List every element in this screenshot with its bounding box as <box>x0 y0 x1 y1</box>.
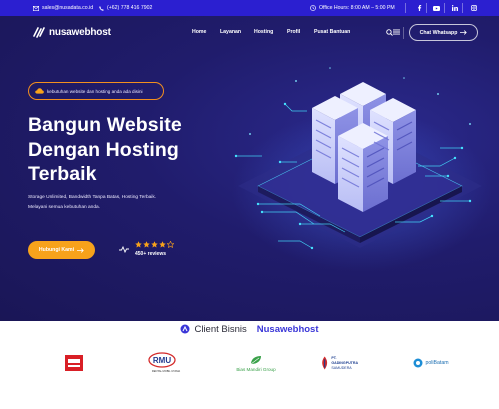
hero-heading-line-2: Dengan Hosting <box>28 139 179 161</box>
site-logo[interactable]: nusawebhost <box>33 27 111 38</box>
youtube-link[interactable] <box>433 0 440 16</box>
hero-description-line-1: Storage Unlimited, Bandwidth Tanpa Batas… <box>28 195 157 200</box>
hero-section: nusawebhost Home Layanan Hosting Profil … <box>0 16 499 321</box>
hero-badge: kebutuhan website dan hosting anda ada d… <box>28 82 164 100</box>
pulse-icon <box>119 246 129 253</box>
divider <box>444 3 445 13</box>
hero-heading-line-1: Bangun Website <box>28 114 182 136</box>
nav-layanan[interactable]: Layanan <box>220 29 241 35</box>
linkedin-icon <box>452 5 458 11</box>
phone-icon <box>99 5 104 11</box>
hero-badge-text: kebutuhan website dan hosting anda ada d… <box>47 88 143 94</box>
divider <box>405 3 406 13</box>
email-text: sales@nusadata.co.id <box>42 5 94 11</box>
client-logo-gadingputra: PT. GADINGPUTRA SAMUDERA <box>320 350 362 376</box>
rmu-logo-subtext: RENTAL MOBIL UTAMA <box>152 369 181 373</box>
bias-leaf-icon <box>250 355 261 364</box>
cloud-icon <box>35 88 44 94</box>
facebook-link[interactable] <box>417 0 422 16</box>
nusawebhost-badge-icon <box>180 324 190 334</box>
contact-us-label: Hubungi Kami <box>38 247 75 253</box>
client-logo-bias: Bias Mandiri Group <box>232 350 280 376</box>
menu-button[interactable] <box>390 26 402 38</box>
rating-stars <box>135 241 174 248</box>
nav-pusat-bantuan[interactable]: Pusat Bantuan <box>314 29 350 35</box>
hero-heading-line-3: Terbaik <box>28 163 97 185</box>
nav-home[interactable]: Home <box>192 29 206 35</box>
star-empty-icon <box>167 241 174 248</box>
star-filled-icon <box>151 241 158 248</box>
arrow-right-icon <box>77 247 84 253</box>
youtube-icon <box>433 5 440 11</box>
divider <box>426 3 427 13</box>
rmu-logo-icon: RMU RENTAL MOBIL UTAMA <box>148 352 181 373</box>
client-logo-1 <box>62 350 86 376</box>
client-logo-rmu: RMU RENTAL MOBIL UTAMA <box>140 350 192 376</box>
hamburger-menu-icon <box>392 29 400 35</box>
gadingputra-logo-icon <box>322 356 328 370</box>
gadingputra-logo-text: PT. GADINGPUTRA <box>331 355 359 365</box>
gadingputra-logo-subtext: SAMUDERA <box>331 365 352 370</box>
office-hours: Office Hours: 8:00 AM – 5:00 PM <box>310 0 395 16</box>
email-contact[interactable]: sales@nusadata.co.id <box>33 0 93 16</box>
nav-hosting[interactable]: Hosting <box>254 29 273 35</box>
clients-heading-part-2: Nusawebhost <box>256 323 319 335</box>
contact-us-button[interactable]: Hubungi Kami <box>28 241 95 259</box>
mail-icon <box>33 5 39 11</box>
divider <box>403 27 404 39</box>
office-hours-text: Office Hours: 8:00 AM – 5:00 PM <box>319 5 395 11</box>
polibatam-logo-icon <box>413 358 423 368</box>
instagram-icon <box>471 5 477 11</box>
clients-heading: Client Bisnis Nusawebhost <box>0 322 499 336</box>
chat-whatsapp-label: Chat Whatsapp <box>419 29 458 36</box>
client-logo-polibatam: poliBatam <box>412 350 450 376</box>
top-bar: sales@nusadata.co.id (+62) 778 416 7902 … <box>0 0 499 16</box>
phone-text: (+62) 778 416 7902 <box>107 5 153 11</box>
client-1-logo-icon <box>65 355 83 371</box>
nav-profil[interactable]: Profil <box>287 29 300 35</box>
facebook-icon <box>418 5 422 11</box>
hero-description-line-2: Melayani semua kebutuhan anda. <box>28 205 101 210</box>
star-filled-icon <box>143 241 150 248</box>
logo-mark-icon <box>33 27 45 38</box>
polibatam-logo-text: poliBatam <box>425 360 449 366</box>
divider <box>462 3 463 13</box>
server-tower <box>338 123 388 212</box>
clock-icon <box>310 5 316 11</box>
bias-logo-text: Bias Mandiri Group <box>236 366 276 372</box>
instagram-link[interactable] <box>471 0 477 16</box>
reviews-count: 450+ reviews <box>135 251 166 257</box>
rmu-logo-text: RMU <box>153 356 171 365</box>
star-filled-icon <box>159 241 166 248</box>
logo-text: nusawebhost <box>49 27 111 38</box>
phone-contact[interactable]: (+62) 778 416 7902 <box>99 0 152 16</box>
arrow-right-icon <box>460 30 468 35</box>
star-filled-icon <box>135 241 142 248</box>
chat-whatsapp-button[interactable]: Chat Whatsapp <box>409 24 478 41</box>
linkedin-link[interactable] <box>452 0 458 16</box>
clients-heading-part-1: Client Bisnis <box>194 323 247 335</box>
